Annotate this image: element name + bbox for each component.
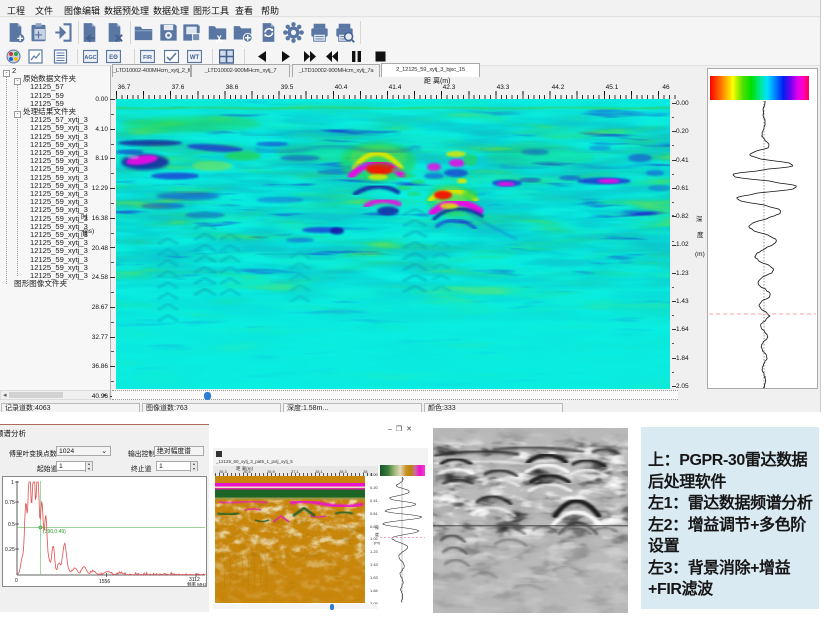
svg-text:1: 1: [11, 480, 14, 486]
svg-text:0.25: 0.25: [5, 547, 15, 553]
svg-text:WT: WT: [190, 55, 200, 61]
svg-text:EΘ: EΘ: [109, 55, 118, 61]
svg-text:0.75: 0.75: [5, 500, 15, 506]
svg-text:(390,0.49): (390,0.49): [43, 529, 66, 535]
svg-text:0.5: 0.5: [8, 522, 15, 528]
svg-text:FIR: FIR: [143, 55, 152, 61]
svg-text:AGC: AGC: [84, 55, 96, 61]
svg-text:频率 MHz: 频率 MHz: [187, 581, 206, 586]
svg-text:1556: 1556: [99, 579, 110, 585]
svg-text:0: 0: [15, 578, 18, 584]
